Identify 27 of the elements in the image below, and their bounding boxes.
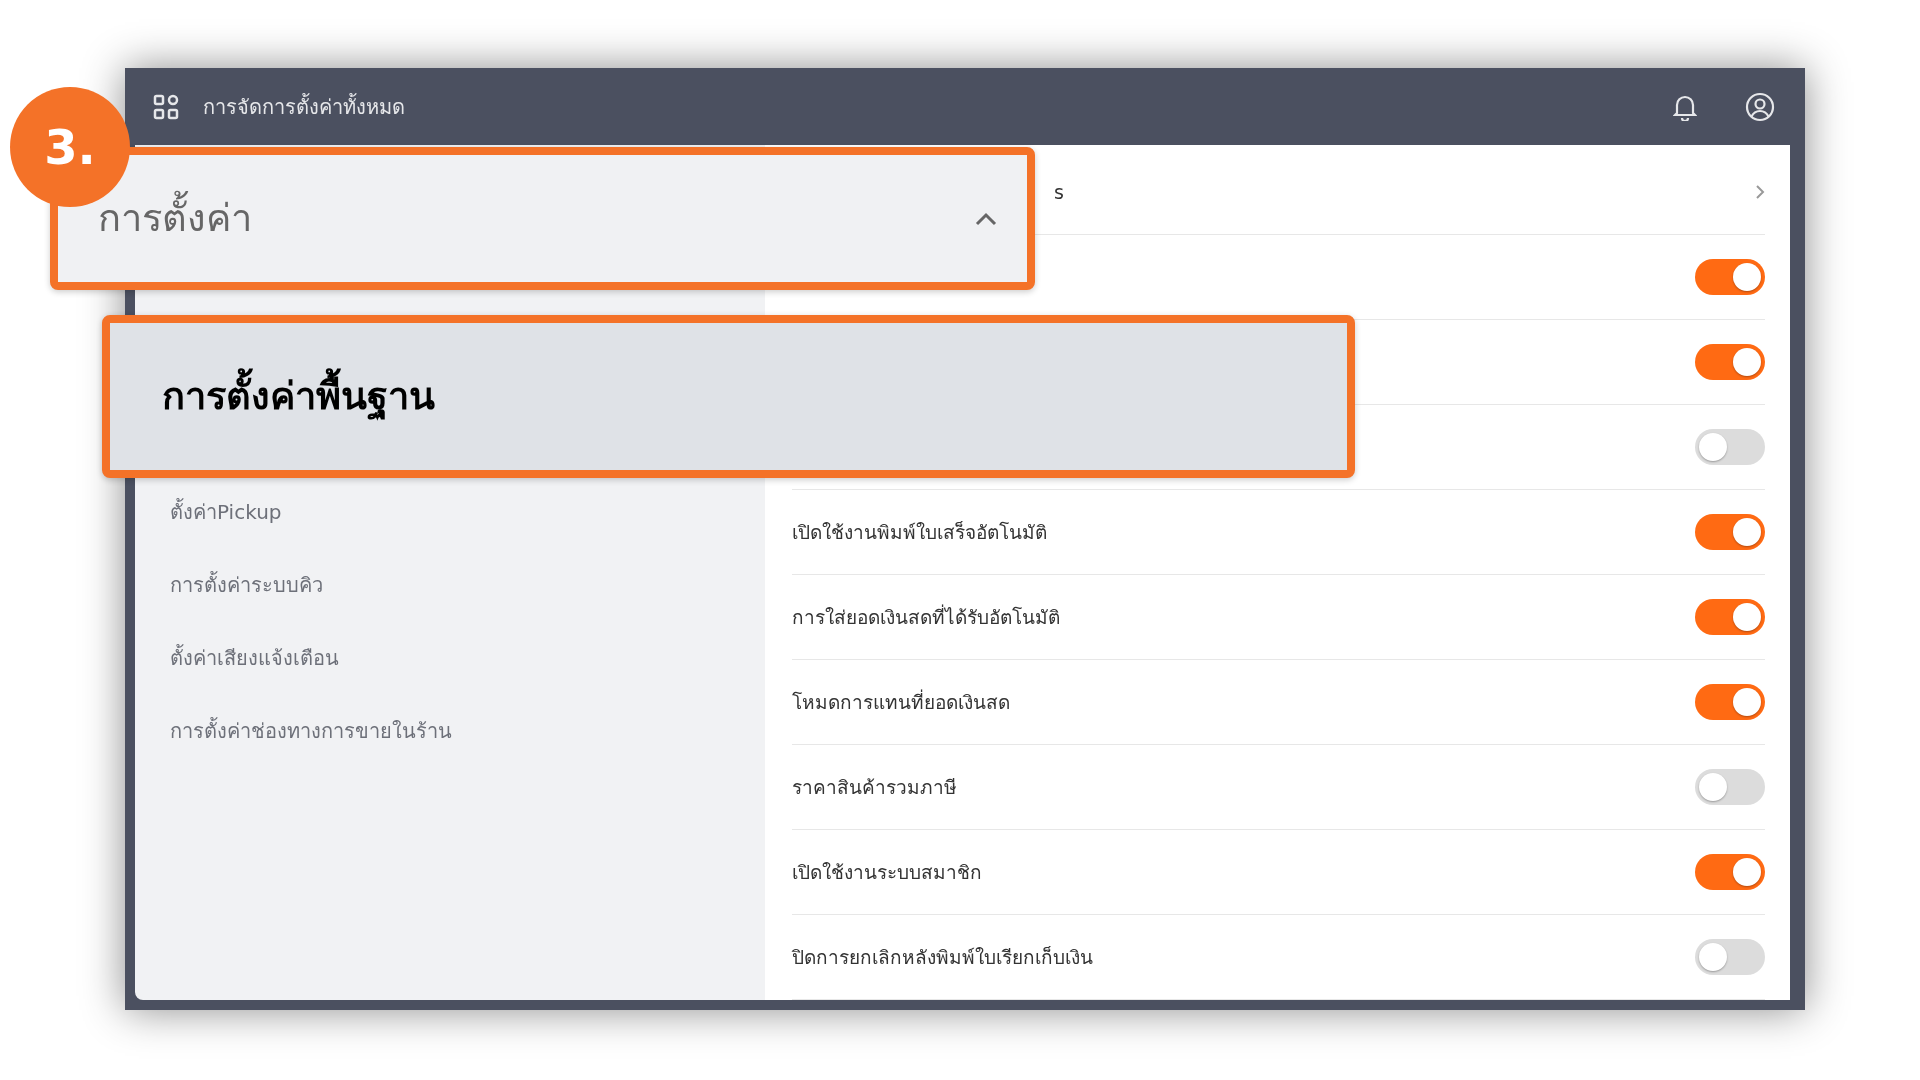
sidebar-item[interactable]: ตั้งค่าPickup <box>170 496 282 527</box>
toggle-switch[interactable] <box>1695 599 1765 635</box>
toggle-switch[interactable] <box>1695 769 1765 805</box>
chevron-right-icon[interactable] <box>1755 184 1765 200</box>
setting-label: โหมดการแทนที่ยอดเงินสด <box>792 688 1011 715</box>
user-icon[interactable] <box>1745 91 1775 122</box>
setting-label: ราคาสินค้ารวมภาษี <box>792 774 958 800</box>
page-title: การจัดการตั้งค่าทั้งหมด <box>203 92 405 121</box>
setting-label: การใส่ยอดเงินสดที่ได้รับอัตโนมัติ <box>792 603 1061 630</box>
toggle-switch[interactable] <box>1695 854 1765 890</box>
grid-icon[interactable] <box>153 93 179 120</box>
toggle-switch[interactable] <box>1695 259 1765 295</box>
toggle-switch[interactable] <box>1695 514 1765 550</box>
chevron-up-icon <box>975 211 997 226</box>
sidebar-item[interactable]: การตั้งค่าช่องทางการขายในร้าน <box>170 715 452 746</box>
toggle-switch[interactable] <box>1695 429 1765 465</box>
setting-label: เปิดใช้งานระบบสมาชิก <box>792 859 983 885</box>
toggle-switch[interactable] <box>1695 684 1765 720</box>
sidebar-item[interactable]: ตั้งค่าเสียงแจ้งเตือน <box>170 642 339 673</box>
toggle-switch[interactable] <box>1695 939 1765 975</box>
setting-label: ปิดการยกเลิกหลังพิมพ์ใบเรียกเก็บเงิน <box>792 944 1094 970</box>
highlighted-menu-item[interactable]: การตั้งค่าพื้นฐาน <box>102 315 1355 478</box>
setting-label: เปิดใช้งานพิมพ์ใบเสร็จอัตโนมัติ <box>792 519 1048 545</box>
setting-label: s <box>1053 179 1065 205</box>
step-number: 3. <box>10 87 130 207</box>
sidebar-item[interactable]: การตั้งค่าระบบคิว <box>170 569 323 600</box>
toggle-switch[interactable] <box>1695 344 1765 380</box>
